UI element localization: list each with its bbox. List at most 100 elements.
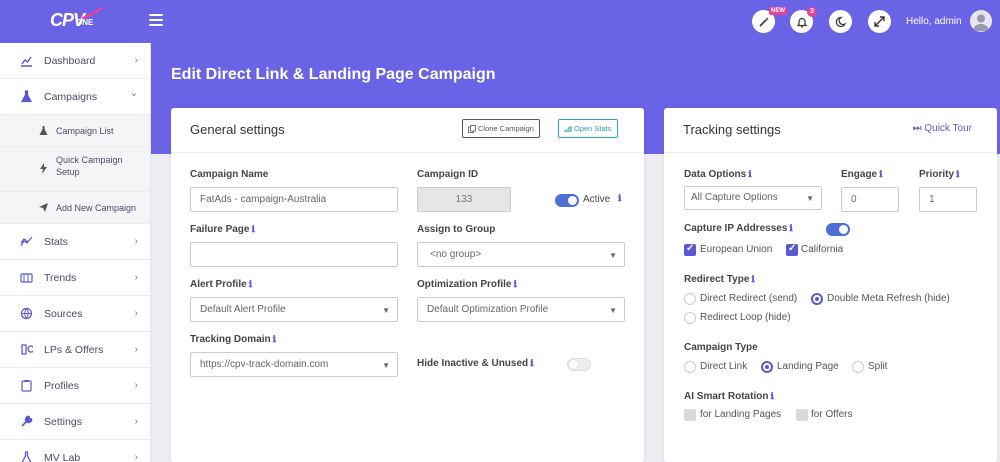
alert-profile-label: Alert Profile ℹ <box>190 279 253 290</box>
engage-input[interactable]: 0 <box>841 187 899 212</box>
assign-group-select[interactable]: <no group> ▼ <box>417 242 625 267</box>
info-icon: ℹ <box>530 358 534 368</box>
info-icon: ℹ <box>272 334 276 344</box>
info-icon: ℹ <box>956 169 960 179</box>
tracking-domain-value: https://cpv-track-domain.com <box>200 359 329 370</box>
top-bar: CPV ONE NEW 3 Hello, admin <box>0 0 1000 43</box>
sidebar-item-label: LPs & Offers <box>44 343 104 356</box>
type-split-radio[interactable] <box>852 361 864 373</box>
sidebar-item-sources[interactable]: Sources › <box>0 296 150 332</box>
fullscreen-button[interactable] <box>868 10 891 33</box>
chevron-down-icon: ▼ <box>609 306 617 315</box>
active-info-icon[interactable]: ℹ <box>616 193 621 204</box>
lightning-icon <box>40 163 47 174</box>
assign-group-label: Assign to Group <box>417 224 496 235</box>
campaign-name-input[interactable]: FatAds - campaign-Australia <box>190 187 398 212</box>
sidebar-subitem-quick-setup[interactable]: Quick Campaign Setup <box>0 147 150 192</box>
quick-tour-link[interactable]: ⏭ Quick Tour <box>913 123 972 134</box>
sidebar-item-profiles[interactable]: Profiles › <box>0 368 150 404</box>
card-header: General settings Clone Campaign Open Sta… <box>171 108 644 153</box>
copy-icon <box>468 124 476 133</box>
active-label: Active <box>583 194 611 205</box>
sidebar-item-label: Trends <box>44 271 77 284</box>
sidebar-item-label: Settings <box>44 415 82 428</box>
redirect-option-label: Direct Redirect (send) <box>700 293 798 304</box>
magic-wand-icon <box>758 16 769 27</box>
user-greeting[interactable]: Hello, admin <box>906 16 962 27</box>
redirect-option-label: Double Meta Refresh (hide) <box>827 293 950 304</box>
info-icon: ℹ <box>251 224 255 234</box>
sidebar-subitem-label: Add New Campaign <box>56 203 137 213</box>
eu-checkbox[interactable] <box>684 243 696 256</box>
data-options-value: All Capture Options <box>691 192 778 203</box>
sidebar-item-label: Campaigns <box>44 90 98 103</box>
menu-toggle-icon[interactable] <box>149 14 163 26</box>
chart-line-icon <box>21 56 32 67</box>
california-checkbox[interactable] <box>786 243 798 256</box>
page-title: Edit Direct Link & Landing Page Campaign <box>171 66 496 83</box>
sidebar-subitem-campaign-list[interactable]: Campaign List <box>0 115 150 147</box>
dark-mode-button[interactable] <box>829 10 852 33</box>
moon-icon <box>835 16 846 27</box>
sidebar-item-campaigns[interactable]: Campaigns ⌄ <box>0 79 150 115</box>
ai-offers-label: for Offers <box>811 409 853 420</box>
new-badge: NEW <box>769 7 787 15</box>
open-stats-button[interactable]: Open Stats <box>558 119 618 138</box>
failure-page-input[interactable] <box>190 242 398 267</box>
data-options-select[interactable]: All Capture Options ▼ <box>684 186 822 210</box>
optimization-profile-select[interactable]: Default Optimization Profile ▼ <box>417 297 625 322</box>
sidebar-item-settings[interactable]: Settings › <box>0 404 150 440</box>
capture-ip-toggle[interactable] <box>826 223 850 236</box>
priority-input[interactable]: 1 <box>919 187 977 212</box>
chevron-down-icon: ▼ <box>382 306 390 315</box>
redirect-loop-radio[interactable] <box>684 312 696 324</box>
redirect-direct-radio[interactable] <box>684 293 696 305</box>
trends-icon <box>20 273 33 283</box>
avatar[interactable] <box>970 10 992 32</box>
chevron-right-icon: › <box>134 55 138 66</box>
tracking-domain-label: Tracking Domain ℹ <box>190 334 276 345</box>
hide-inactive-toggle[interactable] <box>567 358 591 371</box>
open-stats-label: Open Stats <box>574 124 612 133</box>
flask-icon <box>21 451 32 462</box>
ai-offers-checkbox[interactable] <box>796 409 808 421</box>
campaign-type-label: Campaign Type <box>684 342 758 353</box>
tracking-domain-select[interactable]: https://cpv-track-domain.com ▼ <box>190 352 398 377</box>
campaign-name-label: Campaign Name <box>190 169 269 180</box>
type-landing-page-radio[interactable] <box>761 361 773 373</box>
failure-page-label: Failure Page ℹ <box>190 224 255 235</box>
clone-campaign-label: Clone Campaign <box>478 124 534 133</box>
globe-icon <box>20 307 33 320</box>
ai-landing-checkbox[interactable] <box>684 409 696 421</box>
clipboard-icon <box>21 380 32 392</box>
redirect-double-meta-radio[interactable] <box>811 293 823 305</box>
redirect-option-label: Redirect Loop (hide) <box>700 312 791 323</box>
sidebar-item-label: Profiles <box>44 379 80 392</box>
hide-inactive-label: Hide Inactive & Unused ℹ <box>417 358 534 369</box>
sidebar-subitem-label: Campaign List <box>56 126 114 136</box>
info-icon: ℹ <box>513 279 517 289</box>
sidebar-subitem-add-campaign[interactable]: Add New Campaign <box>0 192 150 224</box>
data-options-label: Data Options ℹ <box>684 169 752 180</box>
flask-icon <box>20 90 33 103</box>
sidebar-item-dashboard[interactable]: Dashboard › <box>0 43 150 79</box>
sidebar-item-lps-offers[interactable]: LPs & Offers › <box>0 332 150 368</box>
clone-campaign-button[interactable]: Clone Campaign <box>462 119 540 138</box>
chevron-right-icon: › <box>134 380 138 391</box>
eu-label: European Union <box>700 244 773 255</box>
type-direct-link-radio[interactable] <box>684 361 696 373</box>
sidebar-item-stats[interactable]: Stats › <box>0 224 150 260</box>
active-toggle[interactable] <box>555 194 579 207</box>
ai-rotation-label: AI Smart Rotation ℹ <box>684 391 774 402</box>
sidebar-item-trends[interactable]: Trends › <box>0 260 150 296</box>
sidebar-subitem-label: Quick Campaign Setup <box>56 155 123 177</box>
sidebar-item-label: Stats <box>44 235 68 248</box>
type-option-label: Landing Page <box>777 361 839 372</box>
chevron-right-icon: › <box>134 308 138 319</box>
sidebar-item-mv-lab[interactable]: MV Lab › <box>0 440 150 462</box>
flask-icon <box>39 126 48 135</box>
card-header: Tracking settings ⏭ Quick Tour <box>664 108 997 153</box>
sidebar-item-label: Dashboard <box>44 54 96 67</box>
alert-profile-select[interactable]: Default Alert Profile ▼ <box>190 297 398 322</box>
info-icon: ℹ <box>879 169 883 179</box>
